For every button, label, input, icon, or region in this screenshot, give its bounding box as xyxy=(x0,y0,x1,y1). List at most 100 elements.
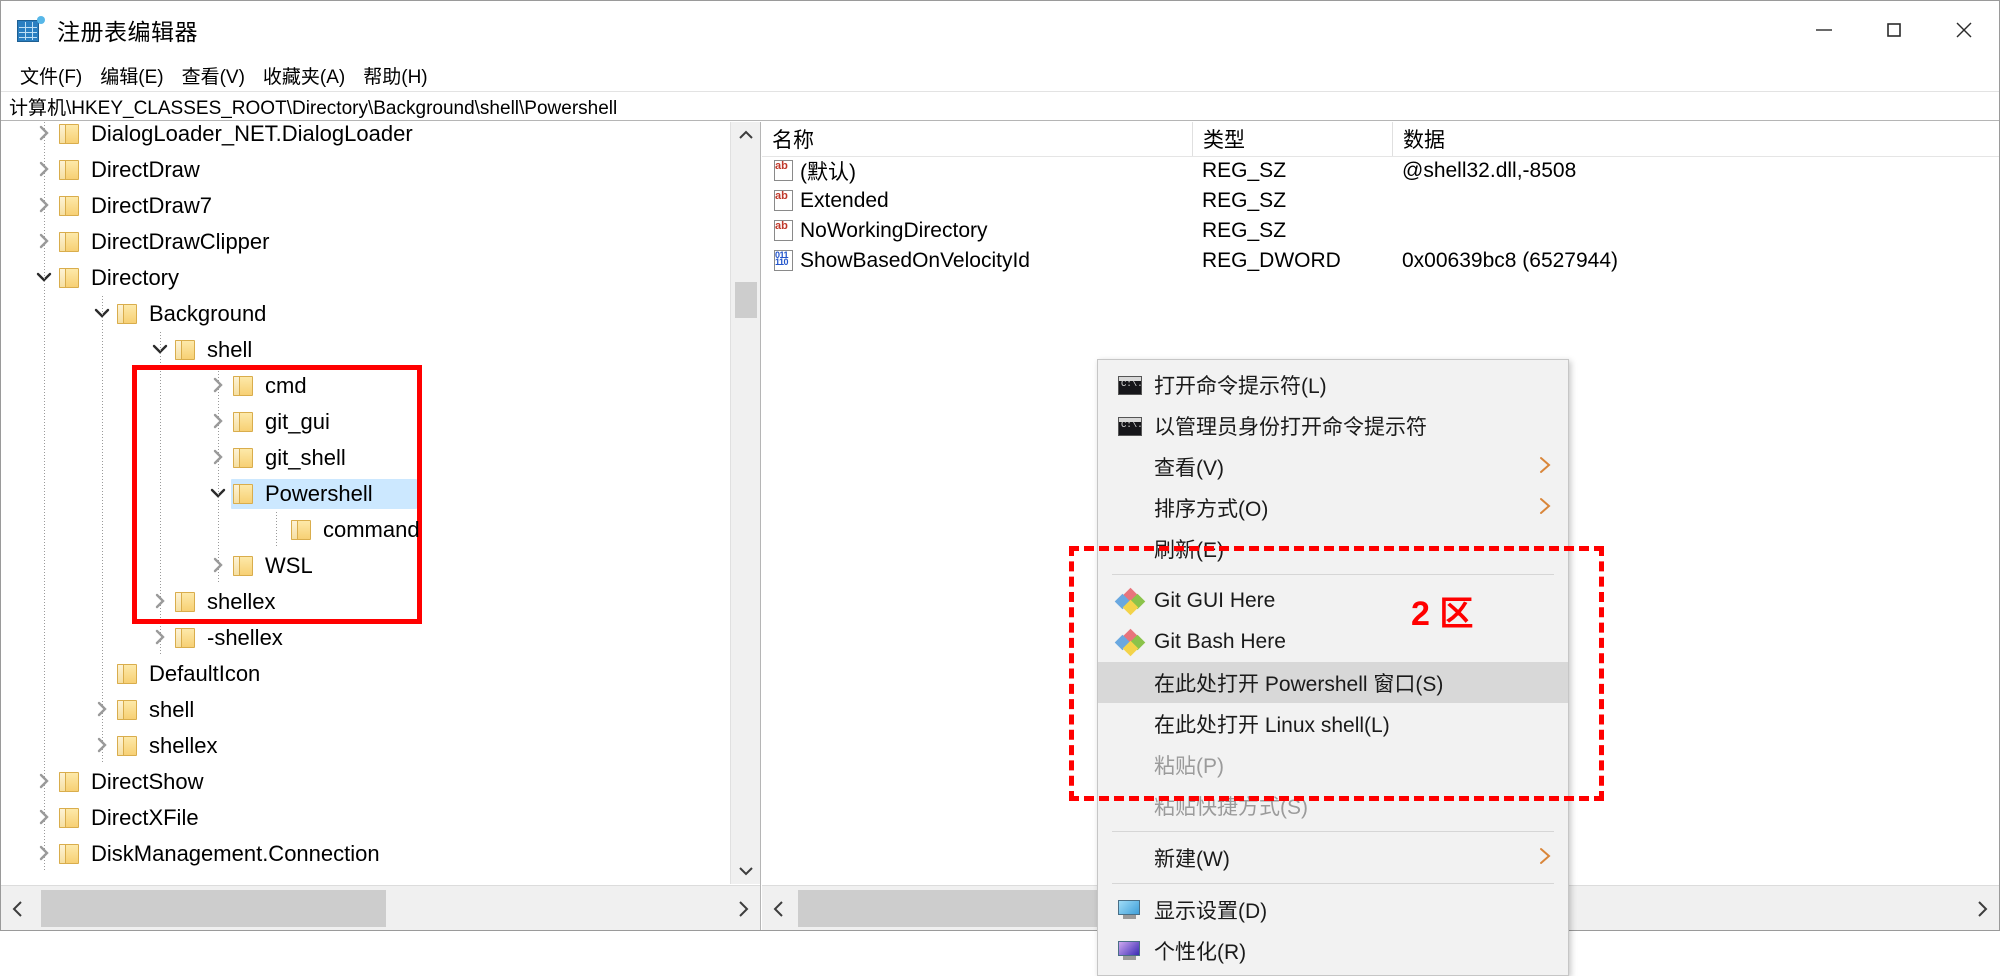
tree-item-powershell[interactable]: Powershell xyxy=(1,476,760,512)
tree-guide-line xyxy=(44,728,45,764)
ctx-personalize[interactable]: 个性化(R) xyxy=(1098,930,1568,971)
registry-tree: DialogLoader_NET.DialogLoader DirectDraw D… xyxy=(1,122,760,872)
tree-item-directdrawclipper[interactable]: DirectDrawClipper xyxy=(1,224,760,260)
tree-item-diskmanagement-connection[interactable]: DiskManagement.Connection xyxy=(1,836,760,872)
tree-guide-line xyxy=(44,764,45,800)
value-name-cell: ab (默认) xyxy=(772,156,1192,186)
tree-item-git-shell[interactable]: git_shell xyxy=(1,440,760,476)
ctx-git-bash-here[interactable]: Git Bash Here xyxy=(1098,621,1568,662)
ctx-open-powershell-here[interactable]: 在此处打开 Powershell 窗口(S) xyxy=(1098,662,1568,703)
tree-scroll-thumb[interactable] xyxy=(735,282,757,318)
desktop-context-menu: 打开命令提示符(L) 以管理员身份打开命令提示符查看(V) 排序方式(O) 刷新(E)… xyxy=(1097,359,1569,976)
folder-icon xyxy=(57,843,83,865)
table-row[interactable]: ab Extended REG_SZ xyxy=(762,186,1999,216)
ctx-git-gui-here[interactable]: Git GUI Here xyxy=(1098,580,1568,621)
address-bar[interactable]: 计算机\HKEY_CLASSES_ROOT\Directory\Backgrou… xyxy=(1,91,1999,121)
cmd-icon xyxy=(1114,413,1148,439)
menu-favorites[interactable]: 收藏夹(A) xyxy=(254,60,354,91)
folder-icon xyxy=(57,771,83,793)
folder-icon xyxy=(115,699,141,721)
ctx-display-settings[interactable]: 显示设置(D) xyxy=(1098,889,1568,930)
registry-editor-icon xyxy=(17,16,45,44)
menu-view-label: 查看(V) xyxy=(181,66,245,88)
menu-item-label: 粘贴快捷方式(S) xyxy=(1154,795,1308,819)
ctx-open-linux-shell-here[interactable]: 在此处打开 Linux shell(L) xyxy=(1098,703,1568,744)
column-header-name[interactable]: 名称 xyxy=(762,122,1192,156)
menu-item-icon-placeholder xyxy=(1114,495,1148,521)
value-data-cell: @shell32.dll,-8508 xyxy=(1402,159,1577,182)
menu-edit-label: 编辑(E) xyxy=(100,66,164,88)
tree-item-directxfile[interactable]: DirectXFile xyxy=(1,800,760,836)
tree-item--shellex[interactable]: -shellex xyxy=(1,620,760,656)
tree-guide-line xyxy=(160,512,161,548)
menu-view[interactable]: 查看(V) xyxy=(173,60,254,91)
ctx-sort-by[interactable]: 排序方式(O) xyxy=(1098,487,1568,528)
scroll-up-icon[interactable] xyxy=(731,122,761,148)
menu-help[interactable]: 帮助(H) xyxy=(354,60,436,91)
table-row[interactable]: ab (默认) REG_SZ @shell32.dll,-8508 xyxy=(762,156,1999,186)
close-button[interactable] xyxy=(1929,1,1999,59)
tree-item-directshow[interactable]: DirectShow xyxy=(1,764,760,800)
menu-help-label: 帮助(H) xyxy=(363,66,428,88)
tree-guide-line xyxy=(44,404,45,440)
tree-guide-line xyxy=(102,584,103,620)
folder-icon xyxy=(57,231,83,253)
tree-item-directory[interactable]: Directory xyxy=(1,260,760,296)
values-scroll-right-icon[interactable] xyxy=(1965,886,1999,931)
minimize-button[interactable] xyxy=(1789,1,1859,59)
tree-horizontal-scrollbar[interactable] xyxy=(1,885,760,930)
ctx-refresh[interactable]: 刷新(E) xyxy=(1098,528,1568,569)
menu-separator xyxy=(1112,574,1554,575)
ctx-open-cmd-admin[interactable]: 以管理员身份打开命令提示符 xyxy=(1098,405,1568,446)
tree-item-directdraw7[interactable]: DirectDraw7 xyxy=(1,188,760,224)
tree-pane: DialogLoader_NET.DialogLoader DirectDraw D… xyxy=(1,122,761,930)
tree-guide-line xyxy=(218,476,219,512)
tree-item-git-gui[interactable]: git_gui xyxy=(1,404,760,440)
scroll-down-icon[interactable] xyxy=(731,858,761,884)
maximize-button[interactable] xyxy=(1859,1,1929,59)
tree-hscroll-thumb[interactable] xyxy=(41,890,386,927)
tree-item-defaulticon[interactable]: DefaultIcon xyxy=(1,656,760,692)
menu-edit[interactable]: 编辑(E) xyxy=(91,60,172,91)
tree-guide-line xyxy=(218,368,219,404)
tree-item-directdraw[interactable]: DirectDraw xyxy=(1,152,760,188)
column-header-type[interactable]: 类型 xyxy=(1192,122,1392,156)
tree-item-background[interactable]: Background xyxy=(1,296,760,332)
tree-item-cmd[interactable]: cmd xyxy=(1,368,760,404)
tree-item-label: shell xyxy=(149,697,195,722)
tree-item-dialogloader-net-dialogloader[interactable]: DialogLoader_NET.DialogLoader xyxy=(1,122,760,152)
ctx-new[interactable]: 新建(W) xyxy=(1098,837,1568,878)
column-header-data[interactable]: 数据 xyxy=(1392,122,1992,156)
tree-item-shell[interactable]: shell xyxy=(1,332,760,368)
tree-guide-line xyxy=(44,800,45,836)
chevron-right-icon xyxy=(1536,844,1554,872)
title-bar: 注册表编辑器 xyxy=(1,1,1999,59)
tree-vertical-scrollbar[interactable] xyxy=(730,122,760,884)
tree-viewport: DialogLoader_NET.DialogLoader DirectDraw D… xyxy=(1,122,760,884)
tree-item-wsl[interactable]: WSL xyxy=(1,548,760,584)
ctx-view[interactable]: 查看(V) xyxy=(1098,446,1568,487)
tree-item-shell[interactable]: shell xyxy=(1,692,760,728)
tree-item-command[interactable]: command xyxy=(1,512,760,548)
table-row[interactable]: 011 110 ShowBasedOnVelocityId REG_DWORD 0x00… xyxy=(762,246,1999,276)
folder-icon xyxy=(57,195,83,217)
scroll-right-icon[interactable] xyxy=(726,886,760,931)
tree-item-label: shellex xyxy=(149,733,218,758)
folder-icon xyxy=(173,339,199,361)
tree-guide-line xyxy=(276,512,277,548)
folder-icon xyxy=(57,267,83,289)
tree-guide-line xyxy=(160,404,161,440)
values-scroll-left-icon[interactable] xyxy=(762,886,796,931)
table-row[interactable]: ab NoWorkingDirectory REG_SZ xyxy=(762,216,1999,246)
tree-guide-line xyxy=(44,548,45,584)
tree-item-shellex[interactable]: shellex xyxy=(1,584,760,620)
ctx-open-cmd[interactable]: 打开命令提示符(L) xyxy=(1098,364,1568,405)
menu-file-label: 文件(F) xyxy=(20,66,83,88)
menu-item-icon-placeholder xyxy=(1114,793,1148,819)
tree-item-shellex[interactable]: shellex xyxy=(1,728,760,764)
menu-file[interactable]: 文件(F) xyxy=(11,60,91,91)
scroll-left-icon[interactable] xyxy=(1,886,35,931)
menu-item-label: 在此处打开 Linux shell(L) xyxy=(1154,713,1390,737)
registry-editor-window: 注册表编辑器 文件(F) 编辑(E) 查看(V) 收藏夹(A) 帮助(H) 计算… xyxy=(0,0,2000,976)
value-type-cell: REG_SZ xyxy=(1202,159,1287,182)
